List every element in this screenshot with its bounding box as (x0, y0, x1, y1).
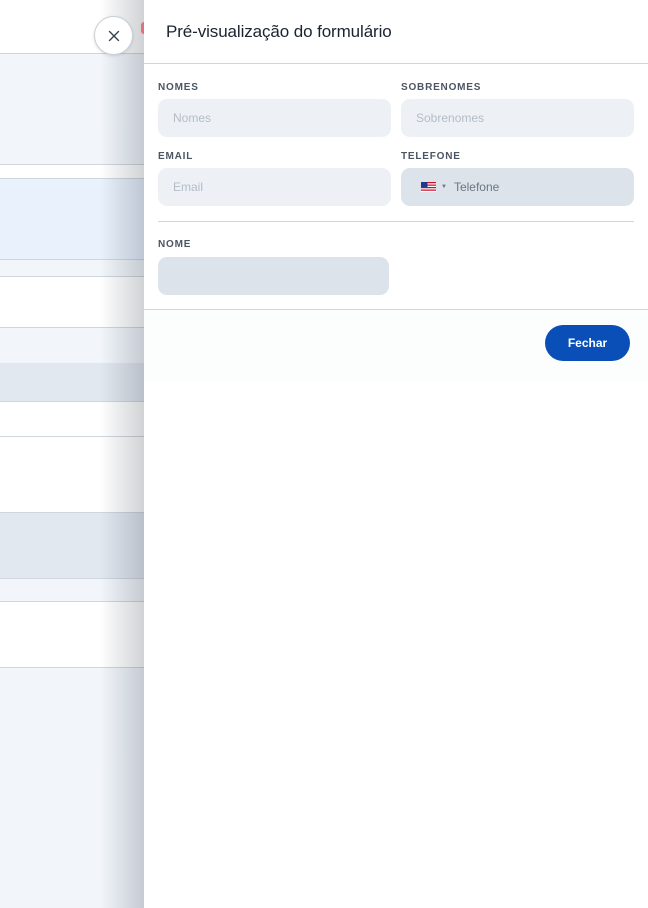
name-input[interactable] (158, 257, 389, 295)
first-name-label: NOMES (158, 82, 199, 93)
email-label: EMAIL (158, 151, 194, 162)
email-input[interactable] (158, 168, 391, 206)
form-preview-drawer: Pré-visualização do formulário NOMES SOB… (144, 0, 648, 908)
close-button[interactable]: Fechar (545, 325, 630, 361)
drawer-title: Pré-visualização do formulário (166, 21, 392, 41)
first-name-input[interactable] (158, 99, 391, 137)
phone-label: TELEFONE (401, 151, 461, 162)
last-name-input[interactable] (401, 99, 634, 137)
form-preview: NOMES SOBRENOMES EMAIL TELEFONE ▼ Telefo… (144, 64, 648, 310)
drawer-header: Pré-visualização do formulário (144, 0, 648, 64)
us-flag-icon[interactable] (421, 182, 436, 192)
close-drawer-button[interactable] (94, 16, 133, 55)
last-name-label: SOBRENOMES (401, 82, 482, 93)
name-label: NOME (158, 239, 192, 250)
section-divider (158, 221, 634, 222)
phone-input[interactable]: ▼ Telefone (401, 168, 634, 206)
phone-placeholder: Telefone (453, 180, 500, 194)
chevron-down-icon[interactable]: ▼ (441, 184, 447, 190)
drawer-shadow (100, 0, 144, 908)
drawer-footer: Fechar (144, 309, 648, 381)
close-icon (108, 30, 119, 41)
